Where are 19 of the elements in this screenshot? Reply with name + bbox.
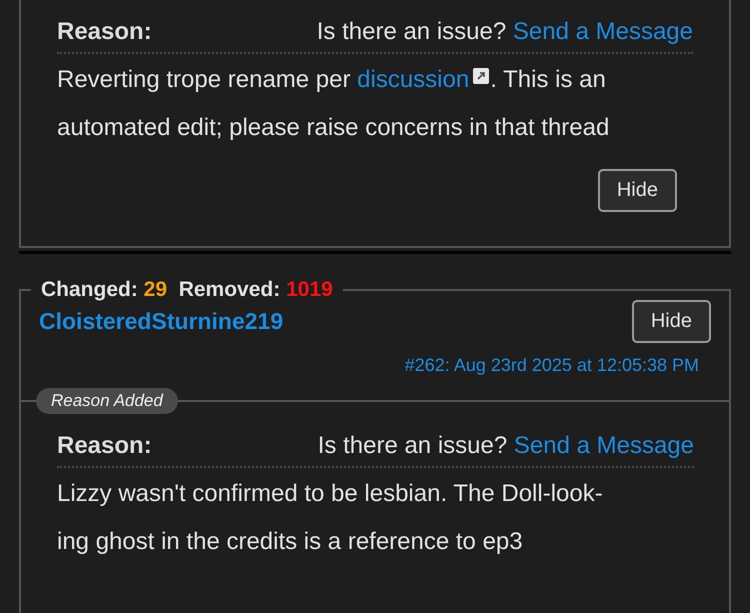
timestamp-link[interactable]: #262: Aug 23rd 2025 at 12:05:38 PM (21, 355, 729, 376)
issue-prompt: Is there an issue? (318, 432, 508, 459)
hide-button[interactable]: Hide (632, 300, 711, 343)
issue-prompt: Is there an issue? (316, 18, 506, 45)
removed-count: 1019 (286, 278, 333, 301)
changed-count: 29 (144, 278, 168, 301)
reason-text: Lizzy wasn't confirmed to be lesbian. The Doll-look- ing ghost in the credits is a reference to ep3 (57, 479, 604, 557)
external-link-icon (472, 67, 490, 85)
reason-label: Reason: (57, 432, 152, 460)
removed-label: Removed: (178, 278, 280, 301)
username-link[interactable]: CloisteredSturnine219 (39, 308, 284, 335)
changed-label: Changed: (41, 278, 138, 301)
reason-text: Reverting trope rename per discussion . This is an automated edit; please raise concerns in that thread (57, 65, 610, 143)
reason-added-badge: Reason Added (36, 388, 178, 414)
send-message-link[interactable]: Send a Message (512, 18, 693, 45)
hide-button[interactable]: Hide (598, 169, 677, 212)
send-message-link[interactable]: Send a Message (514, 432, 694, 459)
reason-label: Reason: (57, 18, 152, 46)
discussion-link[interactable]: discussion (357, 66, 470, 93)
